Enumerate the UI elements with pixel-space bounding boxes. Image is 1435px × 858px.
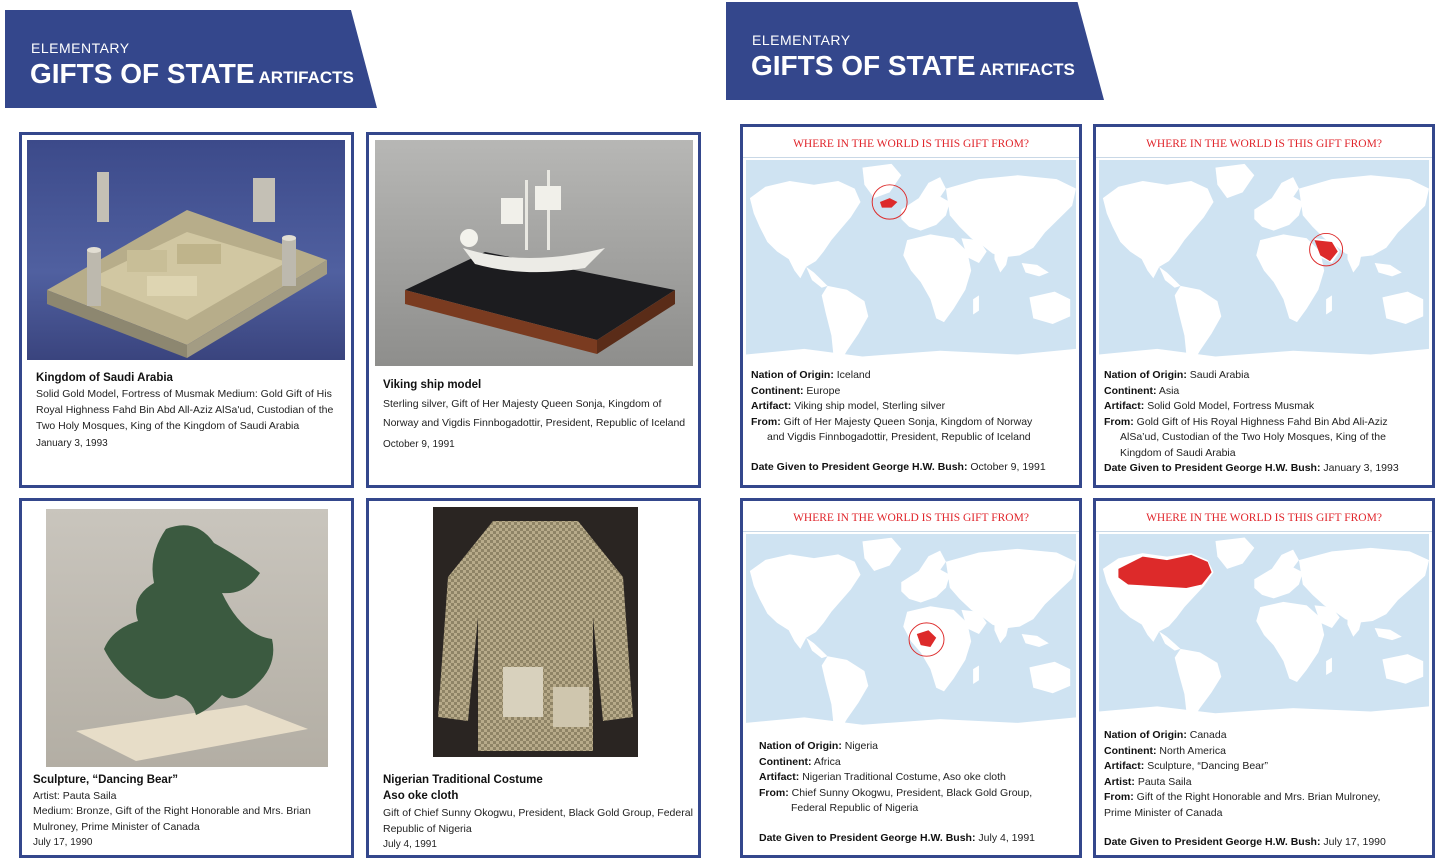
from-value-cont: Kingdom of Saudi Arabia [1120,446,1236,459]
map-card-iceland: WHERE IN THE WORLD IS THIS GIFT FROM? Na… [740,124,1082,488]
header-banner-right: ELEMENTARY GIFTS OF STATE ARTIFACTS [726,2,1104,100]
map-card-canada: WHERE IN THE WORLD IS THIS GIFT FROM? Na… [1093,498,1435,858]
artifact-value: Solid Gold Model, Fortress Musmak [1147,400,1315,412]
artifact-card-nigeria: Nigerian Traditional Costume Aso oke clo… [366,498,701,858]
nation-value: Saudi Arabia [1189,369,1250,381]
from-value-cont: AlSa’ud, Custodian of the Two Holy Mosqu… [1120,431,1386,443]
artifact-date: January 3, 1993 [36,438,108,449]
artifact-caption: Viking ship model Sterling silver, Gift … [383,376,695,454]
map-question: WHERE IN THE WORLD IS THIS GIFT FROM? [1096,501,1432,532]
from-value-cont: and Vigdis Finnbogadottir, President, Re… [767,431,1031,443]
header-title-small: ARTIFACTS [979,60,1075,79]
artifact-date: July 4, 1991 [383,839,437,850]
nigerian-costume-photo [433,507,638,757]
map-question: WHERE IN THE WORLD IS THIS GIFT FROM? [743,501,1079,532]
artifact-caption: Nigerian Traditional Costume Aso oke clo… [383,773,695,853]
artifact-title: Kingdom of Saudi Arabia [36,372,173,384]
artifact-description: Gift of Chief Sunny Okogwu, President, B… [383,807,693,835]
artist-value: Pauta Saila [1137,775,1192,788]
header-banner-left: ELEMENTARY GIFTS OF STATE ARTIFACTS [5,10,377,108]
world-map [1099,160,1429,366]
artifact-description: Solid Gold Model, Fortress of Musmak Med… [36,388,334,432]
artifact-card-saudi: Kingdom of Saudi Arabia Solid Gold Model… [19,132,354,488]
highlight-iceland [879,198,898,208]
world-map-svg [746,163,1076,366]
viking-ship-illustration [405,170,675,354]
world-map [746,160,1076,366]
artifact-title: Sculpture, “Dancing Bear” [33,774,179,786]
header-title-text: GIFTS OF STATE [751,50,976,81]
header-level: ELEMENTARY [752,32,851,48]
from-value: Chief Sunny Okogwu, President, Black Gol… [791,786,1033,799]
fortress-model-photo [27,140,345,360]
artifact-title: Viking ship model [383,379,482,391]
continent-value: Europe [806,384,841,397]
nation-value: Nigeria [844,740,879,752]
header-title-text: GIFTS OF STATE [30,58,255,89]
artifact-card-viking: Viking ship model Sterling silver, Gift … [366,132,701,488]
continent-value: Africa [813,755,841,768]
map-info: Nation of Origin: Saudi Arabia Continent… [1104,368,1430,477]
date-given-value: July 4, 1991 [978,831,1036,844]
map-info: Nation of Origin: Canada Continent: Nort… [1104,728,1430,851]
artifact-value: Sculpture, “Dancing Bear” [1147,760,1268,772]
from-value: Gift of Her Majesty Queen Sonja, Kingdom… [783,415,1033,428]
artifact-title: Nigerian Traditional Costume [383,774,543,786]
continent-value: Asia [1158,384,1180,397]
map-card-nigeria: WHERE IN THE WORLD IS THIS GIFT FROM? Na… [740,498,1082,858]
date-given-value: July 17, 1990 [1323,836,1386,848]
world-map-svg [1099,537,1429,722]
header-title-small: ARTIFACTS [258,68,354,87]
nation-value: Canada [1189,729,1227,741]
artifact-subtitle: Aso oke cloth [383,789,459,802]
artifact-caption: Sculpture, “Dancing Bear” Artist: Pauta … [33,773,348,851]
artifact-description: Medium: Bronze, Gift of the Right Honora… [33,805,311,833]
date-given-value: January 3, 1993 [1323,462,1399,474]
artifact-card-bear: Sculpture, “Dancing Bear” Artist: Pauta … [19,498,354,858]
artifact-date: July 17, 1990 [33,837,93,848]
world-map [1099,534,1429,722]
artifact-date: October 9, 1991 [383,439,455,450]
map-card-saudi: WHERE IN THE WORLD IS THIS GIFT FROM? Na… [1093,124,1435,488]
artifact-artist: Artist: Pauta Saila [33,789,117,802]
map-question: WHERE IN THE WORLD IS THIS GIFT FROM? [743,127,1079,158]
dancing-bear-illustration [76,525,308,761]
artifact-value: Viking ship model, Sterling silver [794,400,946,412]
from-value-cont: Federal Republic of Nigeria [791,802,919,814]
artifact-value: Nigerian Traditional Costume, Aso oke cl… [802,771,1006,783]
header-level: ELEMENTARY [31,40,130,56]
continent-value: North America [1159,744,1226,757]
artifact-description: Sterling silver, Gift of Her Majesty Que… [383,398,686,429]
fortress-model-illustration [47,172,327,358]
nigerian-costume-illustration [438,521,633,751]
nation-value: Iceland [836,369,871,381]
map-info: Nation of Origin: Nigeria Continent: Afr… [759,739,1077,846]
from-value-cont: Prime Minister of Canada [1104,806,1223,819]
map-question: WHERE IN THE WORLD IS THIS GIFT FROM? [1096,127,1432,158]
from-value: Gift of the Right Honorable and Mrs. Bri… [1136,791,1381,803]
viking-ship-photo [375,140,693,366]
world-map [746,534,1076,734]
map-info: Nation of Origin: Iceland Continent: Eur… [751,368,1077,475]
header-title: GIFTS OF STATE ARTIFACTS [751,50,1075,82]
artifact-caption: Kingdom of Saudi Arabia Solid Gold Model… [36,370,348,452]
header-title: GIFTS OF STATE ARTIFACTS [30,58,354,90]
dancing-bear-photo [46,509,328,767]
from-value: Gold Gift of His Royal Highness Fahd Bin… [1136,415,1388,428]
date-given-value: October 9, 1991 [970,460,1046,473]
world-map-svg [1099,163,1429,366]
world-map-svg [746,537,1076,734]
